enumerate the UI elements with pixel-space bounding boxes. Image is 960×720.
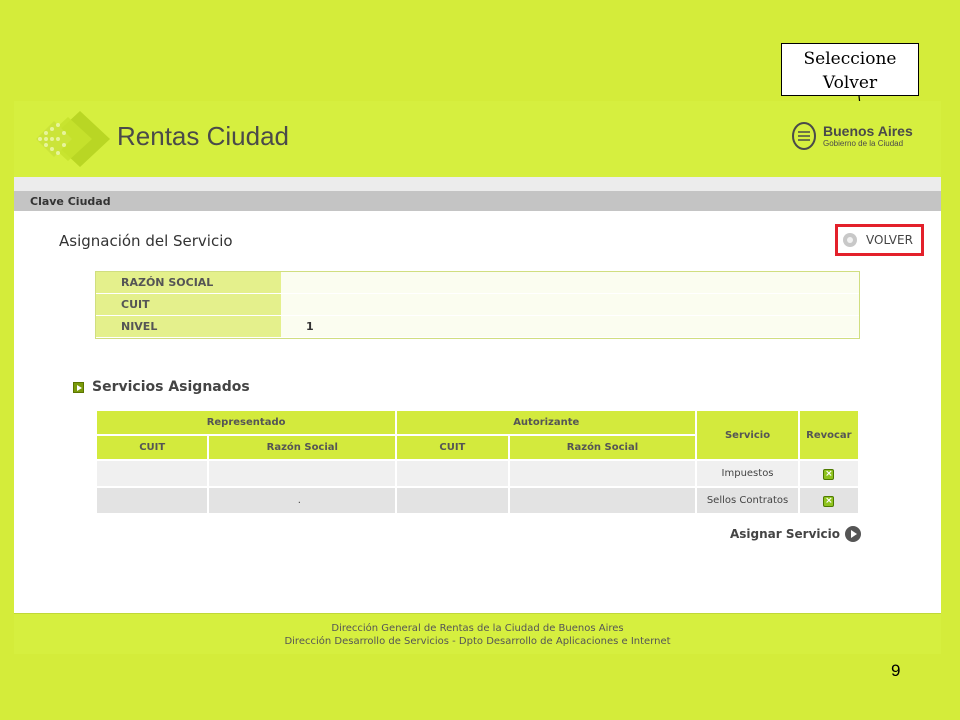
assign-service-button[interactable]: Asignar Servicio — [730, 526, 861, 542]
cell-revocar: × — [799, 488, 858, 513]
info-value-razon-social — [281, 272, 859, 294]
cell-revocar: × — [799, 461, 858, 486]
gov-title: Buenos Aires — [823, 122, 913, 139]
rentas-ciudad-diamond-icon — [36, 111, 110, 167]
col-group-autorizante: Autorizante — [397, 411, 696, 434]
footer-line-1: Dirección General de Rentas de la Ciudad… — [331, 623, 624, 634]
cell-servicio: Sellos Contratos — [697, 488, 798, 513]
cell-aut-razon — [509, 488, 696, 513]
footer-line-2: Dirección Desarrollo de Servicios - Dpto… — [284, 636, 671, 647]
services-heading: Servicios Asignados — [73, 379, 250, 395]
assign-service-label: Asignar Servicio — [730, 527, 840, 541]
info-label-razon-social: RAZÓN SOCIAL — [96, 272, 281, 294]
callout-line-1: Seleccione — [803, 49, 897, 69]
callout-seleccione-volver: Seleccione Volver — [781, 43, 919, 96]
callout-line-2: Volver — [822, 73, 878, 93]
play-circle-icon — [844, 526, 861, 542]
col-revocar: Revocar — [799, 411, 858, 459]
info-value-nivel: 1 — [281, 316, 859, 338]
buenos-aires-emblem-icon — [792, 122, 816, 150]
slide-number: 9 — [891, 661, 901, 680]
revoke-x-icon[interactable]: × — [823, 468, 835, 480]
col-rep-cuit: CUIT — [97, 436, 208, 459]
cell-aut-cuit — [397, 488, 508, 513]
info-row: NIVEL 1 — [96, 316, 859, 338]
cell-aut-razon — [509, 461, 696, 486]
cell-rep-razon: . — [209, 488, 396, 513]
gov-subtitle: Gobierno de la Ciudad — [823, 138, 904, 148]
cell-rep-razon — [209, 461, 396, 486]
browser-page: Rentas Ciudad Buenos Aires Gobierno de l… — [14, 101, 941, 654]
table-row: Impuestos × — [97, 461, 858, 486]
info-value-cuit — [281, 294, 859, 316]
col-aut-cuit: CUIT — [397, 436, 508, 459]
cell-rep-cuit — [97, 461, 208, 486]
cell-rep-cuit — [97, 488, 208, 513]
table-row: . Sellos Contratos × — [97, 488, 858, 513]
info-table: RAZÓN SOCIAL CUIT NIVEL 1 — [95, 271, 860, 339]
col-servicio: Servicio — [697, 411, 798, 459]
app-name: Rentas Ciudad — [117, 121, 289, 151]
header-strip — [14, 177, 941, 191]
site-header: Rentas Ciudad Buenos Aires Gobierno de l… — [14, 101, 941, 177]
circle-back-icon — [843, 233, 857, 247]
volver-label: VOLVER — [866, 233, 913, 247]
revoke-x-icon[interactable]: × — [823, 495, 835, 507]
section-arrow-icon — [73, 381, 84, 393]
col-aut-razon: Razón Social — [509, 436, 696, 459]
header-row: Representado Autorizante Servicio Revoca… — [97, 411, 858, 459]
info-label-nivel: NIVEL — [96, 316, 281, 338]
gov-logo: Buenos Aires Gobierno de la Ciudad — [791, 121, 913, 151]
col-rep-razon: Razón Social — [209, 436, 396, 459]
info-row: RAZÓN SOCIAL — [96, 272, 859, 294]
volver-button[interactable]: VOLVER — [835, 224, 924, 256]
services-title: Servicios Asignados — [92, 379, 250, 395]
cell-aut-cuit — [397, 461, 508, 486]
site-footer: Dirección General de Rentas de la Ciudad… — [14, 613, 941, 654]
breadcrumb: Clave Ciudad — [14, 191, 941, 211]
page-title: Asignación del Servicio — [59, 232, 233, 250]
cell-servicio: Impuestos — [697, 461, 798, 486]
info-row: CUIT — [96, 294, 859, 316]
col-group-representado: Representado — [97, 411, 396, 434]
services-table: Representado Autorizante Servicio Revoca… — [95, 409, 860, 515]
info-label-cuit: CUIT — [96, 294, 281, 316]
